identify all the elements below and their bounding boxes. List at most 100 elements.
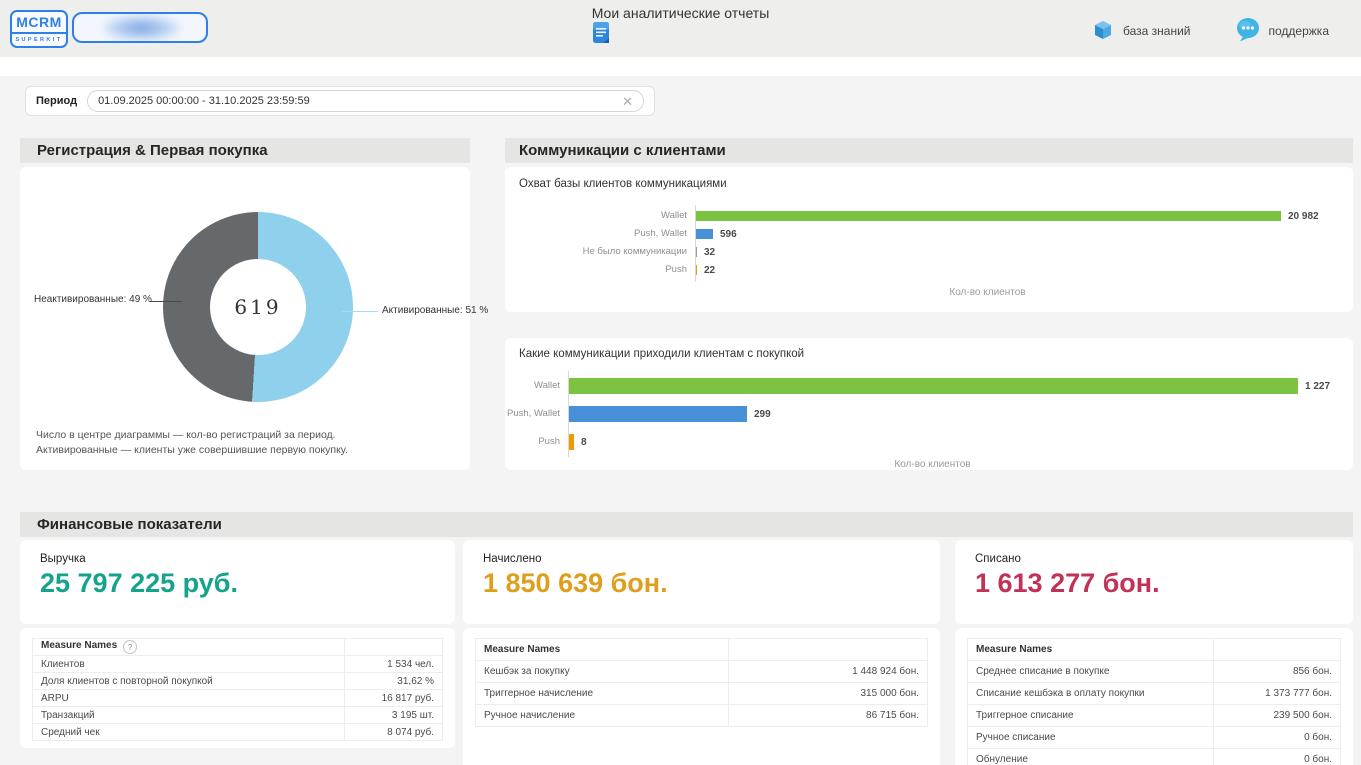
measure-name-cell: Среднее списание в покупке: [968, 661, 1214, 683]
period-filter-input[interactable]: 01.09.2025 00:00:00 - 31.10.2025 23:59:5…: [87, 90, 644, 112]
table-header-empty: [729, 639, 928, 661]
knowledge-base-link[interactable]: база знаний: [1091, 17, 1190, 45]
chart-value-label: 32: [704, 247, 715, 258]
finance-section-title: Финансовые показатели: [37, 516, 222, 533]
chart-value-label: 1 227: [1305, 381, 1330, 392]
table-row: Обнуление0 бон.: [968, 749, 1341, 765]
table-header-empty: [344, 639, 442, 656]
measures-table-accrued: Measure Names Кешбэк за покупку1 448 924…: [475, 638, 928, 727]
table-header-cell: Measure Names: [968, 639, 1214, 661]
table-row: Клиентов1 534 чел.: [33, 656, 443, 673]
measure-value-cell: 0 бон.: [1214, 727, 1341, 749]
cube-icon: [1091, 17, 1115, 45]
measure-name-cell: Обнуление: [968, 749, 1214, 765]
footnote-line-2: Активированные — клиенты уже совершившие…: [36, 443, 348, 458]
measure-value-cell: 1 448 924 бон.: [729, 661, 928, 683]
measure-value-cell: 31,62 %: [344, 673, 442, 690]
measure-name-cell: Ручное списание: [968, 727, 1214, 749]
donut-footnote: Число в центре диаграммы — кол-во регист…: [36, 428, 348, 458]
donut-right-leader-line: [342, 311, 378, 312]
table-header-cell: Measure Names: [476, 639, 729, 661]
measure-name-cell: Доля клиентов с повторной покупкой: [33, 673, 345, 690]
table-row: Транзакций3 195 шт.: [33, 707, 443, 724]
table-row: Списание кешбэка в оплату покупки1 373 7…: [968, 683, 1341, 705]
measure-value-cell: 239 500 бон.: [1214, 705, 1341, 727]
coverage-chart-title: Охват базы клиентов коммуникациями: [519, 178, 727, 190]
kpi-label-revenue: Выручка: [40, 553, 86, 565]
report-document-icon[interactable]: [592, 21, 611, 50]
chart-value-label: 22: [704, 265, 715, 276]
kpi-label-accrued: Начислено: [483, 553, 541, 565]
dashboard-page: MCRM SUPERKIT Мои аналитические отчеты: [0, 0, 1361, 765]
measure-name-cell: Средний чек: [33, 724, 345, 741]
registration-section-header: Регистрация & Первая покупка: [20, 138, 470, 163]
measure-name-cell: ARPU: [33, 690, 345, 707]
chart-category-label: Wallet: [505, 210, 687, 221]
help-icon[interactable]: ?: [123, 640, 137, 654]
measure-name-cell: Списание кешбэка в оплату покупки: [968, 683, 1214, 705]
period-filter-value: 01.09.2025 00:00:00 - 31.10.2025 23:59:5…: [98, 95, 622, 107]
registration-donut-card: 619 Неактивированные: 49 % Активированны…: [20, 167, 470, 470]
footnote-line-1: Число в центре диаграммы — кол-во регист…: [36, 428, 348, 443]
measures-table-written-off: Measure Names Среднее списание в покупке…: [967, 638, 1341, 765]
measure-value-cell: 16 817 руб.: [344, 690, 442, 707]
header-divider-strip: [0, 57, 1361, 76]
measures-table-revenue: Measure Names? Клиентов1 534 чел.Доля кл…: [32, 638, 443, 741]
measures-table-card-revenue: Measure Names? Клиентов1 534 чел.Доля кл…: [20, 628, 455, 748]
communications-section-title: Коммуникации с клиентами: [519, 142, 726, 159]
kpi-card-revenue: Выручка 25 797 225 руб.: [20, 540, 455, 624]
bar-Push: [569, 434, 574, 450]
table-row: Средний чек8 074 руб.: [33, 724, 443, 741]
period-filter-label: Период: [36, 95, 77, 107]
measure-value-cell: 3 195 шт.: [344, 707, 442, 724]
bar-Wallet: [696, 211, 1281, 221]
bar-Не было коммуникации: [696, 247, 697, 257]
measure-name-cell: Транзакций: [33, 707, 345, 724]
chart-value-label: 20 982: [1288, 211, 1319, 222]
x-axis-title: Кол-во клиентов: [568, 459, 1297, 470]
table-header-empty: [1214, 639, 1341, 661]
communications-section-header: Коммуникации с клиентами: [505, 138, 1353, 163]
kpi-value-accrued: 1 850 639 бон.: [483, 568, 668, 599]
measure-value-cell: 856 бон.: [1214, 661, 1341, 683]
logo-subtext: SUPERKIT: [12, 34, 66, 46]
clear-filter-icon[interactable]: ✕: [622, 95, 633, 108]
bar-Wallet: [569, 378, 1298, 394]
chart-category-label: Push: [505, 264, 687, 275]
chart-value-label: 596: [720, 229, 737, 240]
bar-Push, Wallet: [569, 406, 747, 422]
donut-hole: 619: [210, 259, 306, 355]
donut-right-label: Активированные: 51 %: [382, 305, 488, 316]
period-filter: Период 01.09.2025 00:00:00 - 31.10.2025 …: [25, 86, 655, 116]
kpi-value-written-off: 1 613 277 бон.: [975, 568, 1160, 599]
donut-center-value: 619: [234, 295, 281, 319]
support-label: поддержка: [1269, 24, 1329, 38]
table-row: Ручное списание0 бон.: [968, 727, 1341, 749]
kpi-card-accrued: Начислено 1 850 639 бон.: [463, 540, 940, 624]
kpi-label-written-off: Списано: [975, 553, 1021, 565]
table-row: Доля клиентов с повторной покупкой31,62 …: [33, 673, 443, 690]
measure-value-cell: 315 000 бон.: [729, 683, 928, 705]
chart-category-label: Push, Wallet: [505, 228, 687, 239]
measure-name-cell: Кешбэк за покупку: [476, 661, 729, 683]
measure-name-cell: Клиентов: [33, 656, 345, 673]
measure-name-cell: Триггерное начисление: [476, 683, 729, 705]
chart-category-label: Push, Wallet: [505, 408, 560, 419]
kpi-card-written-off: Списано 1 613 277 бон.: [955, 540, 1353, 624]
table-row: Ручное начисление86 715 бон.: [476, 705, 928, 727]
donut-left-leader-line: [150, 301, 182, 302]
knowledge-base-label: база знаний: [1123, 24, 1190, 38]
measure-name-cell: Триггерное списание: [968, 705, 1214, 727]
table-row: Триггерное начисление315 000 бон.: [476, 683, 928, 705]
measure-name-cell: Ручное начисление: [476, 705, 729, 727]
measures-table-card-accrued: Measure Names Кешбэк за покупку1 448 924…: [463, 628, 940, 765]
measure-value-cell: 0 бон.: [1214, 749, 1341, 765]
finance-section-header: Финансовые показатели: [20, 512, 1353, 537]
top-header: MCRM SUPERKIT Мои аналитические отчеты: [0, 0, 1361, 58]
chart-value-label: 8: [581, 437, 587, 448]
measure-value-cell: 1 534 чел.: [344, 656, 442, 673]
donut-left-label: Неактивированные: 49 %: [34, 294, 152, 305]
support-link[interactable]: поддержка: [1235, 17, 1329, 45]
chart-value-label: 299: [754, 409, 771, 420]
table-row: Триггерное списание239 500 бон.: [968, 705, 1341, 727]
